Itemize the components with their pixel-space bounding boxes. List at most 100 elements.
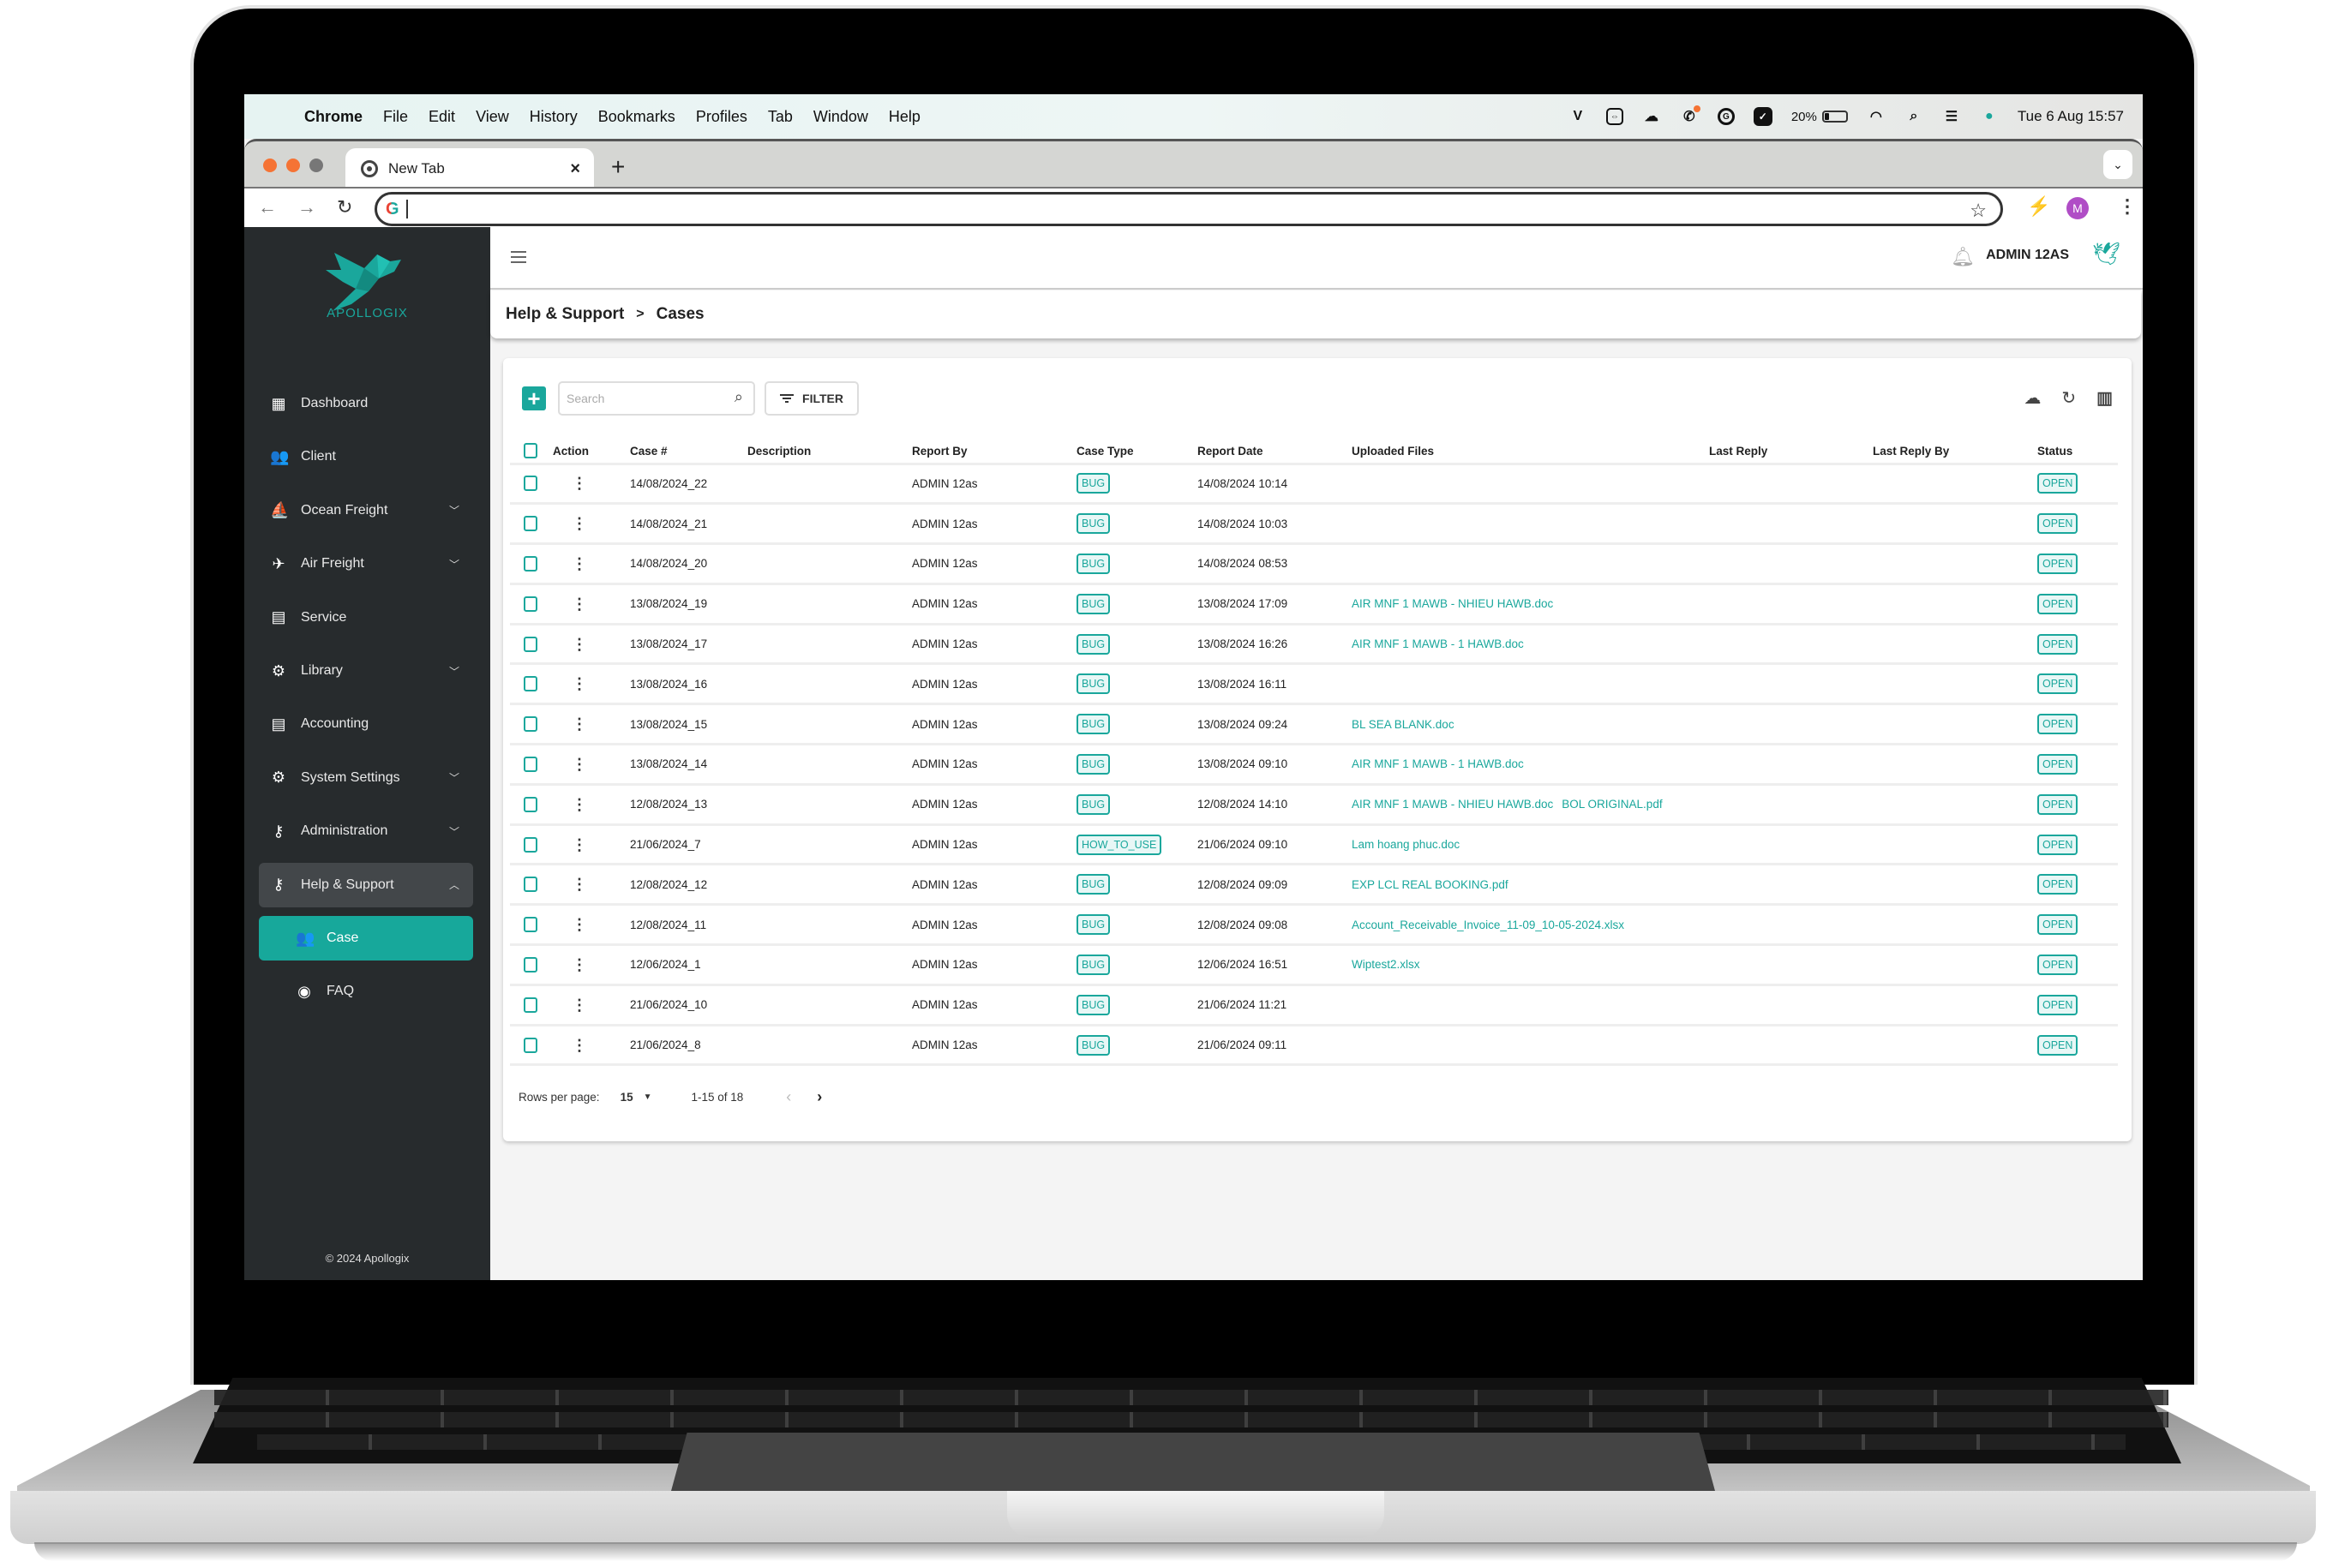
address-bar[interactable]: G ☆ [375,192,2003,226]
table-row[interactable]: ⋮ 12/06/2024_1 ADMIN 12as BUG 12/06/2024 16:… [510,944,2118,986]
forward-button[interactable]: → [297,196,316,218]
row-checkbox[interactable] [524,595,537,612]
search-input[interactable] [567,392,721,405]
row-actions-kebab-icon[interactable]: ⋮ [572,1038,587,1053]
column-header-report-by[interactable]: Report By [912,440,1077,465]
sidebar-subitem-case[interactable]: 👥 Case [259,916,473,961]
sidebar-item-dashboard[interactable]: ▦ Dashboard [259,381,473,426]
add-case-button[interactable]: + [522,386,546,410]
row-checkbox[interactable] [524,716,537,733]
row-checkbox[interactable] [524,1037,537,1053]
sidebar-item-library[interactable]: ⚙ Library ﹀ [259,649,473,693]
row-checkbox[interactable] [524,917,537,933]
column-header-status[interactable]: Status [2037,440,2118,465]
sidebar-item-service[interactable]: ▤ Service [259,595,473,640]
uploaded-file-link[interactable]: Account_Receivable_Invoice_11-09_10-05-2… [1352,919,1624,931]
chevron-down-icon[interactable]: ﹀ [449,664,459,679]
reload-button[interactable]: ↻ [337,196,352,218]
column-header-action[interactable]: Action [553,440,630,465]
menu-bookmarks[interactable]: Bookmarks [598,108,675,126]
table-row[interactable]: ⋮ 14/08/2024_21 ADMIN 12as BUG 14/08/2024 10… [510,503,2118,546]
select-all-checkbox[interactable] [524,443,537,459]
chevron-down-icon[interactable]: ﹀ [449,503,459,518]
refresh-icon[interactable]: ↻ [2061,387,2076,409]
spotlight-search-icon[interactable]: ⌕ [1904,107,1923,126]
hamburger-menu-icon[interactable] [511,251,526,263]
column-header-case-type[interactable]: Case Type [1077,440,1197,465]
window-maximize-button[interactable] [309,159,323,172]
uploaded-file-link[interactable]: BOL ORIGINAL.pdf [1562,798,1662,811]
row-checkbox[interactable] [524,756,537,772]
browser-tab-new-tab[interactable]: New Tab × [345,148,594,189]
row-actions-kebab-icon[interactable]: ⋮ [572,596,587,612]
table-row[interactable]: ⋮ 14/08/2024_22 ADMIN 12as BUG 14/08/2024 10… [510,464,2118,506]
row-actions-kebab-icon[interactable]: ⋮ [572,637,587,652]
cloud-download-icon[interactable]: ☁ [2024,387,2041,409]
column-header-uploaded-files[interactable]: Uploaded Files [1352,440,1709,465]
bookmark-star-icon[interactable]: ☆ [1970,200,1987,222]
sidebar-item-air-freight[interactable]: ✈ Air Freight ﹀ [259,542,473,586]
table-row[interactable]: ⋮ 13/08/2024_14 ADMIN 12as BUG 13/08/2024 09… [510,744,2118,786]
row-actions-kebab-icon[interactable]: ⋮ [572,556,587,572]
checkbox-app-icon[interactable]: ✓ [1753,107,1772,126]
sidebar-item-help-support[interactable]: ⚷ Help & Support ︿ [259,862,473,907]
chevron-down-icon[interactable]: ﹀ [449,770,459,785]
row-actions-kebab-icon[interactable]: ⋮ [572,476,587,491]
user-name[interactable]: ADMIN 12AS [1986,248,2069,263]
chevron-down-icon[interactable]: ﹀ [449,557,459,572]
profile-avatar[interactable]: M [2066,197,2089,219]
row-checkbox[interactable] [524,956,537,973]
column-header-last-reply-by[interactable]: Last Reply By [1873,440,2037,465]
row-actions-kebab-icon[interactable]: ⋮ [572,716,587,732]
row-checkbox[interactable] [524,836,537,853]
rows-per-page-select[interactable]: 15 ▼ [621,1091,652,1104]
sidebar-item-ocean-freight[interactable]: ⛵ Ocean Freight ﹀ [259,488,473,533]
sidebar-item-accounting[interactable]: ▤ Accounting [259,702,473,746]
table-row[interactable]: ⋮ 21/06/2024_8 ADMIN 12as BUG 21/06/2024 09:… [510,1025,2118,1067]
user-avatar-logo-icon[interactable]: 🕊︎ [2092,241,2120,267]
uploaded-file-link[interactable]: Lam hoang phuc.doc [1352,838,1460,851]
vivaldi-icon[interactable]: V [1568,107,1587,126]
row-actions-kebab-icon[interactable]: ⋮ [572,877,587,892]
next-page-button[interactable]: › [817,1088,822,1106]
row-checkbox[interactable] [524,877,537,893]
table-row[interactable]: ⋮ 13/08/2024_17 ADMIN 12as BUG 13/08/2024 16… [510,624,2118,666]
row-actions-kebab-icon[interactable]: ⋮ [572,917,587,932]
menu-view[interactable]: View [476,108,509,126]
menu-help[interactable]: Help [889,108,921,126]
notification-bell-icon[interactable]: 🔔︎ [1951,246,1975,268]
menu-tab[interactable]: Tab [768,108,793,126]
chevron-up-icon[interactable]: ︿ [449,877,459,892]
sidebar-item-administration[interactable]: ⚷ Administration ﹀ [259,809,473,853]
table-row[interactable]: ⋮ 14/08/2024_20 ADMIN 12as BUG 14/08/2024 08… [510,543,2118,585]
menu-window[interactable]: Window [813,108,868,126]
row-actions-kebab-icon[interactable]: ⋮ [572,676,587,691]
control-center-icon[interactable]: ☰ [1942,107,1961,126]
row-actions-kebab-icon[interactable]: ⋮ [572,797,587,812]
battery-indicator[interactable]: 20% [1791,110,1848,124]
sidebar-item-system-settings[interactable]: ⚙ System Settings ﹀ [259,756,473,800]
table-row[interactable]: ⋮ 21/06/2024_7 ADMIN 12as HOW_TO_USE 21/06/2… [510,824,2118,866]
search-icon[interactable]: ⌕ [735,388,743,406]
column-header-description[interactable]: Description [747,440,912,465]
column-header-report-date[interactable]: Report Date [1197,440,1352,465]
browser-menu-kebab-icon[interactable]: ⋮ [2118,195,2137,218]
wifi-icon[interactable]: ◠ [1867,107,1886,126]
row-checkbox[interactable] [524,676,537,692]
back-button[interactable]: ← [258,196,277,218]
menu-edit[interactable]: Edit [429,108,455,126]
view-columns-icon[interactable]: ▥ [2096,387,2113,409]
tab-close-icon[interactable]: × [570,159,580,179]
row-checkbox[interactable] [524,516,537,532]
menu-profiles[interactable]: Profiles [696,108,747,126]
breadcrumb-help-support[interactable]: Help & Support [506,305,624,324]
table-row[interactable]: ⋮ 12/08/2024_13 ADMIN 12as BUG 12/08/2024 14… [510,784,2118,826]
window-close-button[interactable] [263,159,277,172]
table-row[interactable]: ⋮ 21/06/2024_10 ADMIN 12as BUG 21/06/2024 11… [510,984,2118,1026]
uploaded-file-link[interactable]: Wiptest2.xlsx [1352,958,1420,971]
uploaded-file-link[interactable]: BL SEA BLANK.doc [1352,718,1454,731]
extension-icon[interactable]: ⚡ [2027,195,2050,218]
teamviewer-icon[interactable]: ⇔ [1605,108,1623,125]
table-row[interactable]: ⋮ 12/08/2024_11 ADMIN 12as BUG 12/08/2024 09… [510,904,2118,947]
previous-page-button[interactable]: ‹ [786,1088,791,1106]
